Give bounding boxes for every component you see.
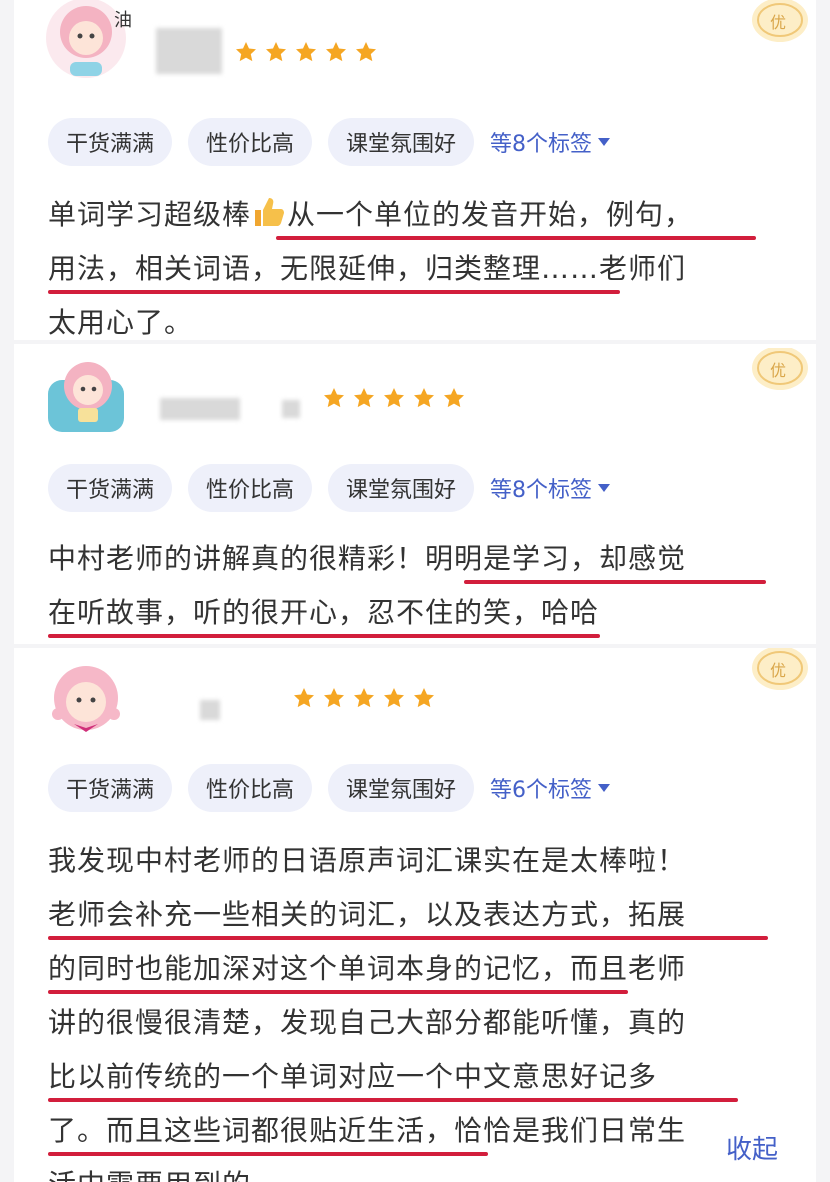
- username-redacted: [200, 700, 220, 720]
- review-card: 优 干货满满 性价比高 课堂氛围好 等8个标签 中村老师的讲解真的很精彩！明明是…: [14, 344, 816, 644]
- excellent-badge-icon: 优: [752, 348, 808, 390]
- more-tags-toggle[interactable]: 等8个标签: [490, 472, 611, 504]
- avatar-sticker-text: 油: [114, 10, 132, 31]
- rating-stars: [292, 686, 436, 710]
- rating-stars: [322, 386, 466, 410]
- more-tags-toggle[interactable]: 等8个标签: [490, 126, 611, 158]
- collapse-button[interactable]: 收起: [726, 1129, 778, 1166]
- tag-chip[interactable]: 干货满满: [48, 464, 173, 512]
- review-line: 用法，相关词语，无限延伸，归类整理……老师们: [48, 242, 693, 296]
- tag-chip[interactable]: 课堂氛围好: [328, 764, 475, 812]
- more-tags-label: 等8个标签: [490, 478, 593, 503]
- excellent-badge-icon: 优: [752, 648, 808, 690]
- username-redacted: [160, 398, 240, 420]
- caret-down-icon: [598, 784, 611, 792]
- tag-chip[interactable]: 性价比高: [188, 118, 313, 166]
- review-line: 我发现中村老师的日语原声词汇课实在是太棒啦！: [48, 844, 687, 877]
- tag-chip[interactable]: 课堂氛围好: [328, 464, 475, 512]
- review-line: 活中需要用到的: [48, 1158, 686, 1182]
- review-card: 优 干货满满 性价比高 课堂氛围好 等6个标签 我发现中村老师的日语原声词汇课实…: [14, 648, 816, 1182]
- star-icon: [326, 42, 346, 62]
- svg-text:优: 优: [770, 661, 786, 680]
- tag-chip[interactable]: 干货满满: [48, 118, 173, 166]
- star-icon: [354, 688, 374, 708]
- review-line: 老师会补充一些相关的词汇，以及表达方式，拓展: [48, 888, 768, 942]
- svg-text:优: 优: [770, 361, 786, 380]
- svg-text:优: 优: [770, 13, 786, 32]
- star-icon: [414, 688, 434, 708]
- star-icon: [324, 388, 344, 408]
- username-redacted: [282, 400, 300, 418]
- star-icon: [414, 388, 434, 408]
- star-icon: [236, 42, 256, 62]
- star-icon: [294, 688, 314, 708]
- caret-down-icon: [598, 484, 611, 492]
- tag-chip[interactable]: 性价比高: [188, 464, 313, 512]
- tag-chip[interactable]: 干货满满: [48, 764, 173, 812]
- tag-chip[interactable]: 性价比高: [188, 764, 313, 812]
- tag-list: 干货满满 性价比高 课堂氛围好 等8个标签: [48, 464, 611, 512]
- review-text: 单词学习超级棒 从一个单位的发音开始，例句， 用法，相关词语，无限延伸，归类整理……: [48, 188, 756, 350]
- review-line: 在听故事，听的很开心，忍不住的笑，哈哈: [48, 586, 686, 640]
- star-icon: [354, 388, 374, 408]
- review-line: 了。而且这些词都很贴近生活，恰恰是我们日常生: [48, 1104, 686, 1158]
- star-icon: [266, 42, 286, 62]
- username-redacted: [156, 28, 222, 74]
- review-line: 中村老师的讲解真的很精彩！明明是学习，却感觉: [48, 532, 766, 586]
- tag-list: 干货满满 性价比高 课堂氛围好 等6个标签: [48, 764, 611, 812]
- thumbs-up-icon: [255, 198, 285, 226]
- star-icon: [444, 388, 464, 408]
- review-text: 中村老师的讲解真的很精彩！明明是学习，却感觉 在听故事，听的很开心，忍不住的笑，…: [48, 532, 766, 640]
- review-line: 太用心了。: [48, 306, 194, 340]
- rating-stars: [234, 40, 378, 64]
- star-icon: [384, 388, 404, 408]
- review-text: 我发现中村老师的日语原声词汇课实在是太棒啦！ 老师会补充一些相关的词汇，以及表达…: [48, 834, 768, 1182]
- star-icon: [296, 42, 316, 62]
- review-line: 的同时也能加深对这个单词本身的记忆，而且老师: [48, 942, 686, 996]
- review-line: 比以前传统的一个单词对应一个中文意思好记多: [48, 1050, 738, 1104]
- tag-list: 干货满满 性价比高 课堂氛围好 等8个标签: [48, 118, 611, 166]
- more-tags-toggle[interactable]: 等6个标签: [490, 772, 611, 804]
- tag-chip[interactable]: 课堂氛围好: [328, 118, 475, 166]
- excellent-badge-icon: 优: [752, 0, 808, 42]
- more-tags-label: 等6个标签: [490, 778, 593, 803]
- star-icon: [324, 688, 344, 708]
- star-icon: [356, 42, 376, 62]
- more-tags-label: 等8个标签: [490, 132, 593, 157]
- review-card: 油 优 干货满满 性价比高 课堂氛围好 等8个标签 单词学习超级棒 从一个单位的发…: [14, 0, 816, 340]
- review-line: 单词学习超级棒 从一个单位的发音开始，例句，: [48, 188, 756, 242]
- caret-down-icon: [598, 138, 611, 146]
- sheep-avatar-icon[interactable]: [44, 658, 128, 742]
- review-line: 讲的很慢很清楚，发现自己大部分都能听懂，真的: [48, 1006, 687, 1040]
- sheep-avatar-icon[interactable]: [44, 352, 128, 436]
- star-icon: [384, 688, 404, 708]
